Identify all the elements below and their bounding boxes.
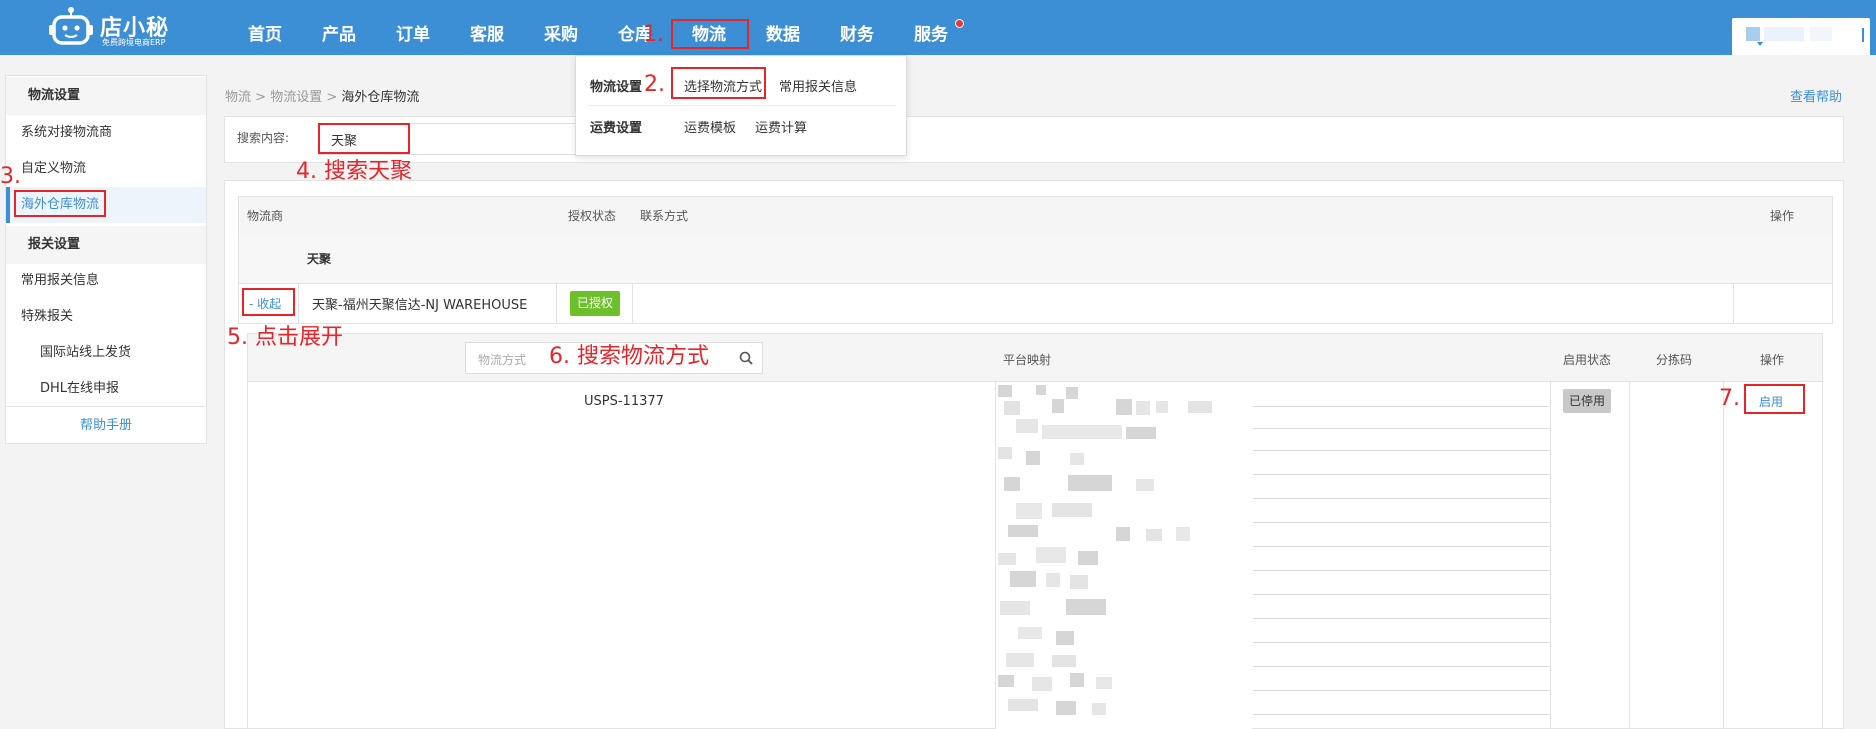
row-separator bbox=[1253, 498, 1549, 499]
sidebar-item-integrated-carriers[interactable]: 系统对接物流商 bbox=[6, 115, 206, 151]
breadcrumb-logistics-settings[interactable]: 物流设置 bbox=[270, 90, 322, 105]
divider bbox=[1862, 28, 1864, 42]
breadcrumb-separator: > bbox=[326, 90, 338, 105]
nav-data[interactable]: 数据 bbox=[766, 0, 800, 55]
row-separator bbox=[1253, 570, 1549, 571]
breadcrumb-separator: > bbox=[255, 90, 267, 105]
annotation-step-6: 6. 搜索物流方式 bbox=[549, 344, 709, 369]
method-search-placeholder: 物流方式 bbox=[478, 353, 527, 367]
cell-divider bbox=[1733, 284, 1734, 324]
header-enable-status: 启用状态 bbox=[1563, 353, 1612, 367]
header-carrier: 物流商 bbox=[247, 209, 284, 223]
sidebar-subitem-dhl[interactable]: DHL在线申报 bbox=[6, 371, 206, 407]
help-manual-link[interactable]: 帮助手册 bbox=[6, 406, 206, 444]
sidebar-item-customs-info[interactable]: 常用报关信息 bbox=[6, 263, 206, 299]
carrier-group-name: 天聚 bbox=[307, 252, 332, 266]
nav-finance[interactable]: 财务 bbox=[840, 0, 874, 55]
cell-divider bbox=[632, 284, 633, 324]
robot-logo-icon bbox=[49, 7, 93, 45]
sidebar-section-customs: 报关设置 bbox=[6, 226, 206, 264]
cell-divider bbox=[1629, 382, 1630, 729]
brand-tagline: 免费跨境电商ERP bbox=[102, 38, 166, 47]
app-logo[interactable]: 店小秘 免费跨境电商ERP bbox=[48, 4, 178, 50]
annotation-box-overseas-warehouse bbox=[14, 190, 106, 217]
row-separator bbox=[1253, 522, 1549, 523]
user-account-box[interactable] bbox=[1732, 18, 1870, 55]
cell-divider bbox=[556, 284, 557, 324]
dropdown-section-freight: 运费设置 bbox=[590, 121, 643, 136]
annotation-step-3: 3. bbox=[0, 164, 21, 189]
dropdown-item-freight-calc[interactable]: 运费计算 bbox=[755, 117, 807, 136]
row-separator bbox=[1253, 666, 1549, 667]
breadcrumb-current: 海外仓库物流 bbox=[341, 90, 420, 105]
header-platform-mapping: 平台映射 bbox=[1003, 353, 1052, 367]
sidebar-section-logistics: 物流设置 bbox=[6, 77, 206, 115]
header-contact: 联系方式 bbox=[640, 209, 689, 223]
nav-products[interactable]: 产品 bbox=[322, 0, 356, 55]
annotation-step-1: 1. bbox=[643, 22, 664, 47]
header-method-actions: 操作 bbox=[1760, 353, 1785, 367]
annotation-step-4: 4. 搜索天聚 bbox=[296, 159, 412, 184]
user-name-blurred bbox=[1764, 27, 1804, 41]
view-help-link[interactable]: 查看帮助 bbox=[1790, 86, 1842, 105]
header-sort-code: 分拣码 bbox=[1656, 353, 1693, 367]
sidebar-subitem-intl-station[interactable]: 国际站线上发货 bbox=[6, 335, 206, 371]
annotation-box-select-method bbox=[671, 67, 766, 99]
nav-purchasing[interactable]: 采购 bbox=[544, 0, 578, 55]
row-separator bbox=[1253, 642, 1549, 643]
cell-divider bbox=[1550, 382, 1551, 729]
dropdown-item-customs-info[interactable]: 常用报关信息 bbox=[779, 76, 857, 95]
annotation-box-enable bbox=[1744, 384, 1805, 414]
carrier-group-row bbox=[238, 235, 1833, 284]
cell-divider bbox=[298, 284, 299, 324]
header-auth-status: 授权状态 bbox=[568, 209, 617, 223]
cell-divider bbox=[1723, 382, 1724, 729]
nav-home[interactable]: 首页 bbox=[248, 0, 282, 55]
nav-customer-service[interactable]: 客服 bbox=[470, 0, 504, 55]
annotation-box-collapse bbox=[242, 288, 295, 316]
authorized-badge: 已授权 bbox=[570, 291, 621, 316]
search-label: 搜索内容: bbox=[237, 131, 290, 145]
breadcrumb: 物流 > 物流设置 > 海外仓库物流 bbox=[225, 86, 419, 105]
carrier-name: 天聚-福州天聚信达-NJ WAREHOUSE bbox=[312, 298, 528, 313]
breadcrumb-logistics[interactable]: 物流 bbox=[225, 90, 251, 105]
row-separator bbox=[1253, 546, 1549, 547]
nav-orders[interactable]: 订单 bbox=[396, 0, 430, 55]
dropdown-section-logistics: 物流设置 bbox=[590, 80, 643, 95]
annotation-step-5: 5. 点击展开 bbox=[227, 325, 343, 350]
row-separator bbox=[1253, 474, 1549, 475]
disabled-status-badge: 已停用 bbox=[1563, 389, 1612, 413]
annotation-box-logistics-nav bbox=[671, 19, 749, 49]
row-separator bbox=[1253, 618, 1549, 619]
row-separator bbox=[1253, 690, 1549, 691]
row-separator bbox=[1253, 450, 1549, 451]
platform-mapping-blurred bbox=[996, 383, 1252, 729]
search-icon[interactable] bbox=[738, 350, 754, 366]
header-actions: 操作 bbox=[1770, 209, 1795, 223]
table-header bbox=[238, 196, 1833, 236]
chevron-down-icon bbox=[1757, 42, 1763, 46]
dropdown-item-freight-template[interactable]: 运费模板 bbox=[684, 117, 736, 136]
annotation-step-2: 2. bbox=[644, 72, 665, 97]
sidebar-item-custom-logistics[interactable]: 自定义物流 bbox=[6, 151, 206, 187]
annotation-box-search-input bbox=[318, 123, 410, 154]
nav-services[interactable]: 服务 bbox=[914, 0, 948, 55]
sidebar: 物流设置 系统对接物流商 自定义物流 海外仓库物流 报关设置 常用报关信息 特殊… bbox=[5, 75, 207, 444]
sidebar-item-special-customs[interactable]: 特殊报关 bbox=[6, 299, 206, 335]
user-name-blurred-2 bbox=[1810, 27, 1832, 41]
avatar bbox=[1746, 27, 1760, 41]
shipping-method-name: USPS-11377 bbox=[584, 394, 664, 409]
dropdown-divider bbox=[588, 105, 896, 106]
row-separator bbox=[1253, 714, 1549, 715]
row-separator bbox=[1253, 594, 1549, 595]
annotation-step-7: 7. bbox=[1719, 386, 1740, 411]
notification-dot bbox=[955, 19, 964, 28]
row-separator bbox=[1253, 406, 1549, 407]
row-separator bbox=[1253, 428, 1549, 429]
